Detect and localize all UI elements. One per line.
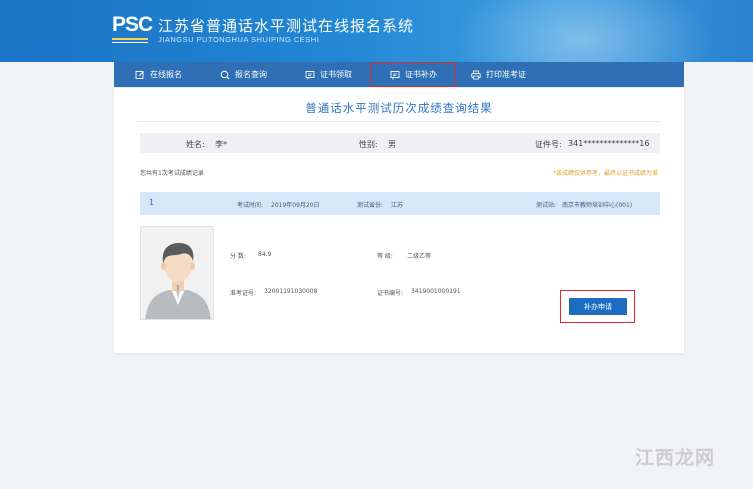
printer-icon [471,70,481,79]
nav-item-registration-query[interactable]: 报名查询 [201,62,286,87]
gender-value: 男 [388,140,396,149]
banner-glow [453,0,713,62]
certificate-value: 3419001000191 [411,288,461,295]
ticket-label: 准考证号: [230,290,257,297]
logo-underline [112,38,148,40]
record-header-row: 1 考试时间: 2019年09月20日 测试省份: 江苏 测试站: 南京市教师培… [140,192,660,215]
site-title: 江苏省普通话水平测试在线报名系统 [158,17,415,35]
exam-time-label: 考试时间: [237,202,264,209]
name-value: 李* [215,140,227,149]
exam-time-value: 2019年09月20日 [271,202,320,209]
title-divider [138,121,660,122]
station-value: 南京市教师培训中心(001) [562,202,633,209]
reissue-apply-button[interactable]: 补办申请 [569,298,627,315]
edit-icon [135,70,144,79]
psc-logo: PSC [112,13,153,48]
nav-label: 证书补办 [405,70,437,79]
candidate-photo [140,226,214,320]
site-subtitle: JIANGSU PUTONGHUA SHUIPING CESHI [158,35,320,44]
nav-item-online-registration[interactable]: 在线报名 [116,62,201,87]
name-label: 姓名: [186,140,205,149]
nav-label: 在线报名 [150,70,182,79]
id-value: 341**************16 [568,139,650,148]
record-count-text: 您共有1次考试成绩记录 [140,170,204,177]
watermark-text: 江西龙网 [634,447,715,469]
station-label: 测试站: [536,202,557,209]
avatar-icon [141,227,213,319]
nav-label: 报名查询 [235,70,267,79]
province-label: 测试省份: [357,202,384,209]
main-nav: 在线报名 报名查询 证书领取 证书补办 打印准考证 [114,62,684,87]
nav-label: 证书领取 [320,70,352,79]
level-value: 二级乙等 [407,253,432,260]
nav-item-certificate-collection[interactable]: 证书领取 [286,62,371,87]
disclaimer-note: *该成绩仅供参考，最终以证书成绩为准 [552,170,658,177]
certificate-icon [305,70,315,79]
province-value: 江苏 [391,202,404,209]
page-title: 普通话水平测试历次成绩查询结果 [305,101,493,115]
record-index: 1 [149,198,155,207]
personal-info-row: 姓名: 李* 性别: 男 证件号: 341**************16 [140,133,660,153]
id-label: 证件号: [535,140,562,149]
logo-underline-2 [112,42,148,43]
nav-item-certificate-reissue[interactable]: 证书补办 [371,62,456,87]
search-icon [220,70,230,79]
certificate-label: 证书编号: [377,290,404,297]
logo-text: PSC [112,13,153,36]
certificate-reissue-icon [390,70,400,79]
nav-label: 打印准考证 [486,70,526,79]
gender-label: 性别: [359,140,378,149]
ticket-value: 32001191030008 [264,288,318,295]
header-banner: PSC 江苏省普通话水平测试在线报名系统 JIANGSU PUTONGHUA S… [0,0,753,62]
result-card: 普通话水平测试历次成绩查询结果 姓名: 李* 性别: 男 证件号: 341***… [114,88,684,353]
level-label: 等 级: [377,253,393,260]
nav-item-print-admission-ticket[interactable]: 打印准考证 [456,62,541,87]
score-value: 84.9 [258,251,272,258]
score-label: 分 数: [230,253,246,260]
